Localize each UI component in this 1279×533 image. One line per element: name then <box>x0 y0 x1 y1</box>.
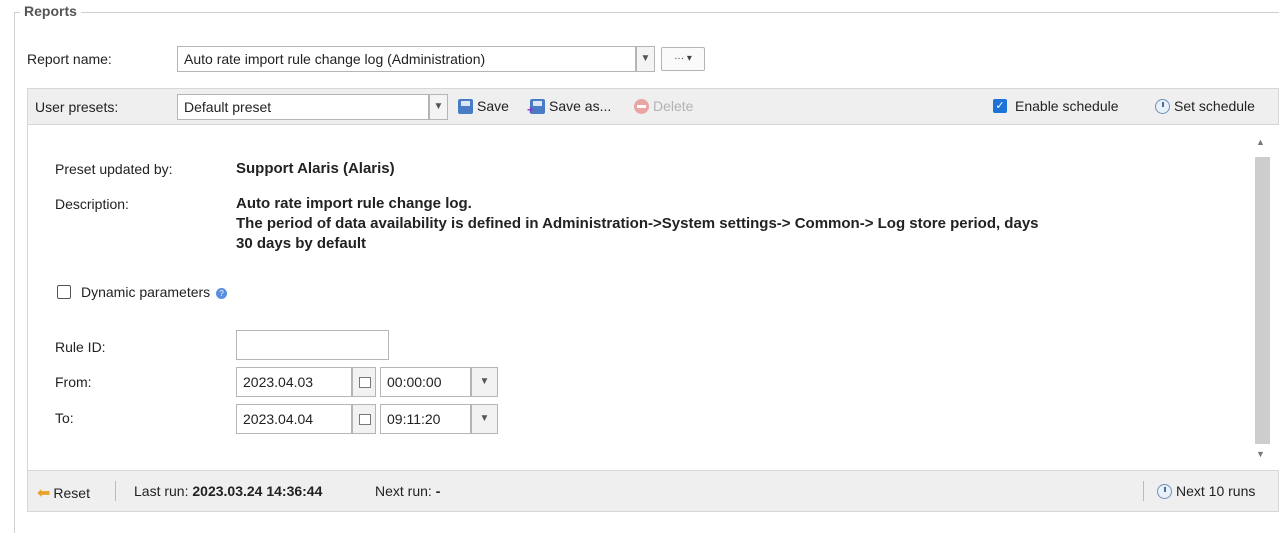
calendar-icon[interactable] <box>352 404 376 434</box>
dynamic-parameters-label: Dynamic parameters <box>81 284 211 300</box>
enable-schedule-checkbox[interactable]: ✓ Enable schedule <box>993 98 1119 114</box>
from-label: From: <box>55 374 92 390</box>
dynamic-parameters-checkbox[interactable] <box>57 285 71 299</box>
scroll-up-icon[interactable]: ▲ <box>1256 137 1265 147</box>
next-run-value: - <box>435 483 441 499</box>
description-line: Auto rate import rule change log. <box>236 195 472 212</box>
last-run-value: 2023.03.24 14:36:44 <box>192 483 323 499</box>
delete-icon <box>634 98 649 114</box>
enable-schedule-label: Enable schedule <box>1015 98 1119 114</box>
presets-toolbar: User presets: Default preset ▼ Save Save… <box>27 88 1279 125</box>
scroll-thumb[interactable] <box>1255 157 1270 444</box>
clock-icon <box>1157 483 1172 499</box>
delete-button[interactable]: Delete <box>634 98 693 114</box>
user-presets-value: Default preset <box>184 99 272 115</box>
description-line: The period of data availability is defin… <box>236 215 1039 232</box>
next-10-runs-button[interactable]: Next 10 runs <box>1157 483 1255 499</box>
to-time-dropdown-icon[interactable]: ▼ <box>471 404 498 434</box>
rule-id-label: Rule ID: <box>55 339 106 355</box>
description-line: 30 days by default <box>236 235 367 252</box>
set-schedule-label: Set schedule <box>1174 98 1255 114</box>
user-presets-select[interactable]: Default preset <box>177 94 429 120</box>
reset-label: Reset <box>53 485 90 501</box>
report-footer: ⬅ Reset Last run: 2023.03.24 14:36:44 Ne… <box>27 470 1279 512</box>
footer-divider <box>1143 481 1144 501</box>
report-name-value: Auto rate import rule change log (Admini… <box>184 51 486 67</box>
next-run-label: Next run: <box>375 483 432 499</box>
next-10-runs-label: Next 10 runs <box>1176 483 1256 499</box>
updated-by-label: Preset updated by: <box>55 161 173 177</box>
reset-button[interactable]: ⬅ Reset <box>37 483 90 503</box>
help-icon[interactable]: ? <box>216 287 228 299</box>
calendar-icon[interactable] <box>352 367 376 397</box>
from-time-input[interactable]: 00:00:00 <box>380 367 471 397</box>
vertical-scrollbar[interactable]: ▲ ▼ <box>1253 133 1272 466</box>
save-as-icon <box>527 98 545 117</box>
last-run-label: Last run: <box>134 483 189 499</box>
to-label: To: <box>55 410 74 426</box>
save-label: Save <box>477 98 509 114</box>
report-name-label: Report name: <box>27 51 112 67</box>
set-schedule-button[interactable]: Set schedule <box>1155 98 1255 114</box>
clock-icon <box>1155 98 1170 114</box>
last-run-info: Last run: 2023.03.24 14:36:44 <box>134 483 322 499</box>
from-time-dropdown-icon[interactable]: ▼ <box>471 367 498 397</box>
delete-label: Delete <box>653 98 694 114</box>
undo-arrow-icon: ⬅ <box>37 485 51 502</box>
save-button[interactable]: Save <box>458 98 509 114</box>
description-label: Description: <box>55 196 129 212</box>
report-name-select[interactable]: Auto rate import rule change log (Admini… <box>177 46 636 72</box>
scroll-down-icon[interactable]: ▼ <box>1256 449 1265 459</box>
from-date-input[interactable]: 2023.04.03 <box>236 367 352 397</box>
reports-legend: Reports <box>20 3 81 19</box>
to-date-input[interactable]: 2023.04.04 <box>236 404 352 434</box>
checkmark-icon: ✓ <box>993 99 1007 113</box>
more-options-button[interactable]: ··· ▾ <box>661 47 705 71</box>
dynamic-parameters-row: Dynamic parameters? <box>81 284 228 300</box>
footer-divider <box>115 481 116 501</box>
user-presets-dropdown-icon[interactable]: ▼ <box>429 94 448 120</box>
updated-by-value: Support Alaris (Alaris) <box>236 160 395 177</box>
floppy-icon <box>458 98 473 114</box>
save-as-button[interactable]: Save as... <box>527 98 612 117</box>
user-presets-label: User presets: <box>35 99 119 115</box>
to-time-input[interactable]: 09:11:20 <box>380 404 471 434</box>
next-run-info: Next run: - <box>375 483 440 499</box>
report-name-dropdown-icon[interactable]: ▼ <box>636 46 655 72</box>
rule-id-input[interactable] <box>236 330 389 360</box>
description-text: Auto rate import rule change log. The pe… <box>236 194 1039 254</box>
save-as-label: Save as... <box>549 98 612 114</box>
